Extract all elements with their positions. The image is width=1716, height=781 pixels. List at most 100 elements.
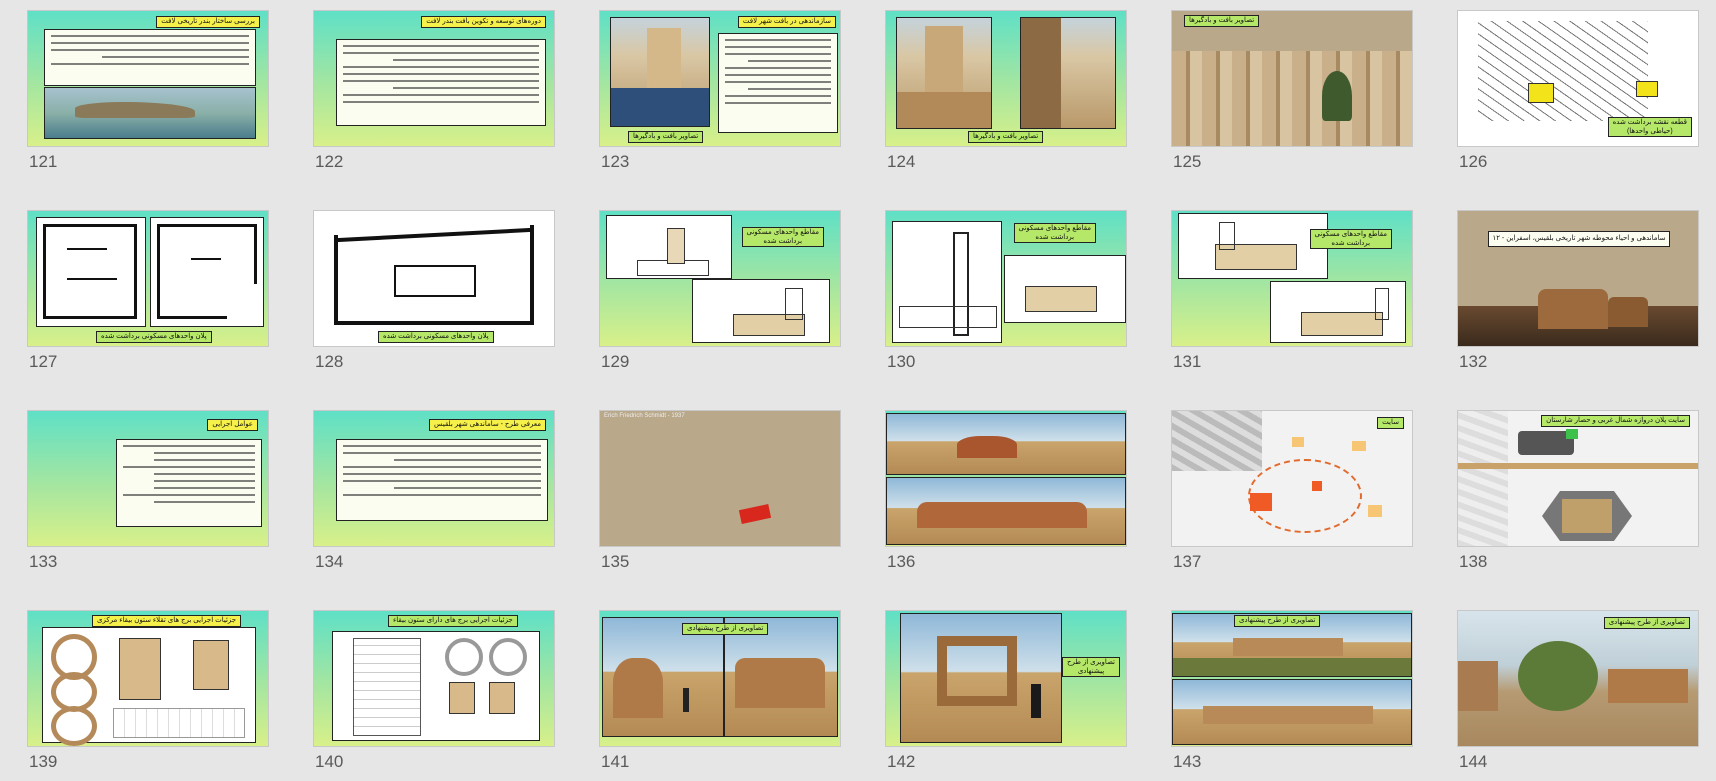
section-drawing-1 [1178,213,1328,279]
windcatcher-photo [896,17,992,129]
section-drawing-1 [892,221,1002,343]
slide-title: سایت پلان دروازه شمال غربی و حصار شارستا… [1541,415,1690,427]
slide-number: 128 [315,352,344,371]
slide-thumbnail-138[interactable]: سایت پلان دروازه شمال غربی و حصار شارستا… [1457,410,1699,571]
slide-caption: تصاویر بافت و بادگیرها [968,131,1044,143]
lake-island-photo [44,87,256,139]
slide-thumbnail-122[interactable]: دوره‌های توسعه و تکوین بافت بندر لافت 12… [313,10,555,171]
slide-title: بررسی ساختار بندر تاریخی لافت [156,16,260,28]
tower-detail-drawings [42,627,256,746]
slide-thumbnail-124[interactable]: تصاویر بافت و بادگیرها 124 [885,10,1127,171]
slide-preview[interactable]: قطعه نقشه برداشت شده (حیاطی واحدها) [1457,10,1699,147]
site-highlight [738,504,772,524]
slide-thumbnail-131[interactable]: مقاطع واحدهای مسکونی برداشت شده 131 [1171,210,1413,371]
slide-thumbnail-127[interactable]: پلان واحدهای مسکونی برداشت شده 127 [27,210,269,371]
slide-preview[interactable]: ۱۲ - ساماندهی و احیاء محوطه شهر تاریخی ب… [1457,210,1699,347]
floor-plan [334,225,534,329]
slide-thumbnail-129[interactable]: مقاطع واحدهای مسکونی برداشت شده 129 [599,210,841,371]
slide-number: 135 [601,552,630,571]
slide-thumbnail-141[interactable]: تصاویری از طرح پیشنهادی 141 [599,610,841,771]
slide-title: تصاویری از طرح پیشنهادی [1234,615,1321,627]
alley-photo [1020,17,1116,129]
slide-preview[interactable]: Erich Friedrich Schmidt - 1937 [599,410,841,547]
slide-thumbnail-125[interactable]: تصاویر بافت و بادگیرها 125 [1171,10,1413,171]
slide-preview[interactable]: تصاویری از طرح پیشنهادی [885,610,1127,747]
slide-thumbnail-143[interactable]: تصاویری از طرح پیشنهادی 143 [1171,610,1413,771]
slide-number: 129 [601,352,630,371]
slide-number: 142 [887,752,916,771]
slide-preview[interactable]: تصاویری از طرح پیشنهادی [1457,610,1699,747]
slide-thumbnail-134[interactable]: معرفی طرح - ساماندهی شهر بلقیس 134 [313,410,555,571]
slide-title: ۱۲ - ساماندهی و احیاء محوطه شهر تاریخی ب… [1488,231,1670,247]
slide-title: سایت [1377,417,1404,429]
floor-plan-right [150,217,264,327]
bullet-list [116,439,262,527]
slide-thumbnail-133[interactable]: عوامل اجرایی 133 [27,410,269,571]
slide-thumbnail-136[interactable]: 136 [885,410,1127,571]
windcatcher-photo [610,17,710,127]
slide-preview[interactable] [885,410,1127,547]
slide-thumbnail-142[interactable]: تصاویری از طرح پیشنهادی 142 [885,610,1127,771]
slide-number: 130 [887,352,916,371]
slide-preview[interactable]: سایت پلان دروازه شمال غربی و حصار شارستا… [1457,410,1699,547]
slide-number: 134 [315,552,344,571]
slide-preview[interactable]: معرفی طرح - ساماندهی شهر بلقیس [313,410,555,547]
slide-thumbnail-130[interactable]: مقاطع واحدهای مسکونی برداشت شده 130 [885,210,1127,371]
slide-number: 126 [1459,152,1488,171]
ruins-panorama-1 [886,413,1126,475]
slide-title: تصاویری از طرح پیشنهادی [682,623,769,635]
slide-preview[interactable]: مقاطع واحدهای مسکونی برداشت شده [599,210,841,347]
slide-number: 121 [29,152,58,171]
slide-preview[interactable]: مقاطع واحدهای مسکونی برداشت شده [885,210,1127,347]
slide-preview[interactable]: تصاویری از طرح پیشنهادی [599,610,841,747]
slide-thumbnail-121[interactable]: بررسی ساختار بندر تاریخی لافت 121 [27,10,269,171]
slide-thumbnail-144[interactable]: تصاویری از طرح پیشنهادی 144 [1457,610,1699,771]
slide-number: 124 [887,152,916,171]
slide-preview[interactable]: پلان واحدهای مسکونی برداشت شده [27,210,269,347]
slide-preview[interactable]: عوامل اجرایی [27,410,269,547]
slide-number: 136 [887,552,916,571]
slide-preview[interactable]: دوره‌های توسعه و تکوین بافت بندر لافت [313,10,555,147]
slide-title: دوره‌های توسعه و تکوین بافت بندر لافت [421,16,546,28]
slide-title: جزئیات اجرایی برج های تقلاء ستون بیقاء م… [92,615,242,627]
render-photo-1 [602,617,724,737]
slide-preview[interactable]: سایت [1171,410,1413,547]
slide-number: 125 [1173,152,1202,171]
slide-preview[interactable]: تصاویری از طرح پیشنهادی [1171,610,1413,747]
slide-preview[interactable]: سازماندهی در بافت شهر لافت تصاویر بافت و… [599,10,841,147]
slide-preview[interactable]: جزئیات اجرایی برج های تقلاء ستون بیقاء م… [27,610,269,747]
slide-preview[interactable]: تصاویر بافت و بادگیرها [885,10,1127,147]
section-drawing-1 [606,215,732,279]
slide-thumbnail-137[interactable]: سایت 137 [1171,410,1413,571]
slide-thumbnail-140[interactable]: جزئیات اجرایی برج های دارای ستون بیقاء 1… [313,610,555,771]
slide-caption: تصاویری از طرح پیشنهادی [1062,657,1120,677]
slide-number: 133 [29,552,58,571]
slide-thumbnail-128[interactable]: پلان واحدهای مسکونی برداشت شده 128 [313,210,555,371]
slide-number: 123 [601,152,630,171]
slide-thumbnail-132[interactable]: ۱۲ - ساماندهی و احیاء محوطه شهر تاریخی ب… [1457,210,1699,371]
slide-sorter-grid: بررسی ساختار بندر تاریخی لافت 121 دوره‌ه… [0,0,1716,781]
slide-preview[interactable]: پلان واحدهای مسکونی برداشت شده [313,210,555,347]
render-photo-2 [724,617,838,737]
slide-caption: مقاطع واحدهای مسکونی برداشت شده [1013,223,1096,243]
slide-preview[interactable]: بررسی ساختار بندر تاریخی لافت [27,10,269,147]
slide-preview[interactable]: مقاطع واحدهای مسکونی برداشت شده [1171,210,1413,347]
section-drawing-2 [692,279,830,343]
slide-number: 132 [1459,352,1488,371]
slide-title: عوامل اجرایی [207,419,258,431]
slide-thumbnail-123[interactable]: سازماندهی در بافت شهر لافت تصاویر بافت و… [599,10,841,171]
slide-title: تصاویری از طرح پیشنهادی [1603,617,1690,629]
slide-thumbnail-139[interactable]: جزئیات اجرایی برج های تقلاء ستون بیقاء م… [27,610,269,771]
text-block [44,29,256,86]
slide-number: 131 [1173,352,1202,371]
slide-preview[interactable]: تصاویر بافت و بادگیرها [1171,10,1413,147]
slide-thumbnail-135[interactable]: Erich Friedrich Schmidt - 1937 135 [599,410,841,571]
slide-thumbnail-126[interactable]: قطعه نقشه برداشت شده (حیاطی واحدها) 126 [1457,10,1699,171]
tower-detail-drawings [332,631,540,741]
slide-number: 127 [29,352,58,371]
section-drawing-2 [1004,255,1126,323]
slide-number: 140 [315,752,344,771]
ruins-panorama-2 [886,477,1126,545]
slide-number: 141 [601,752,630,771]
slide-preview[interactable]: جزئیات اجرایی برج های دارای ستون بیقاء [313,610,555,747]
